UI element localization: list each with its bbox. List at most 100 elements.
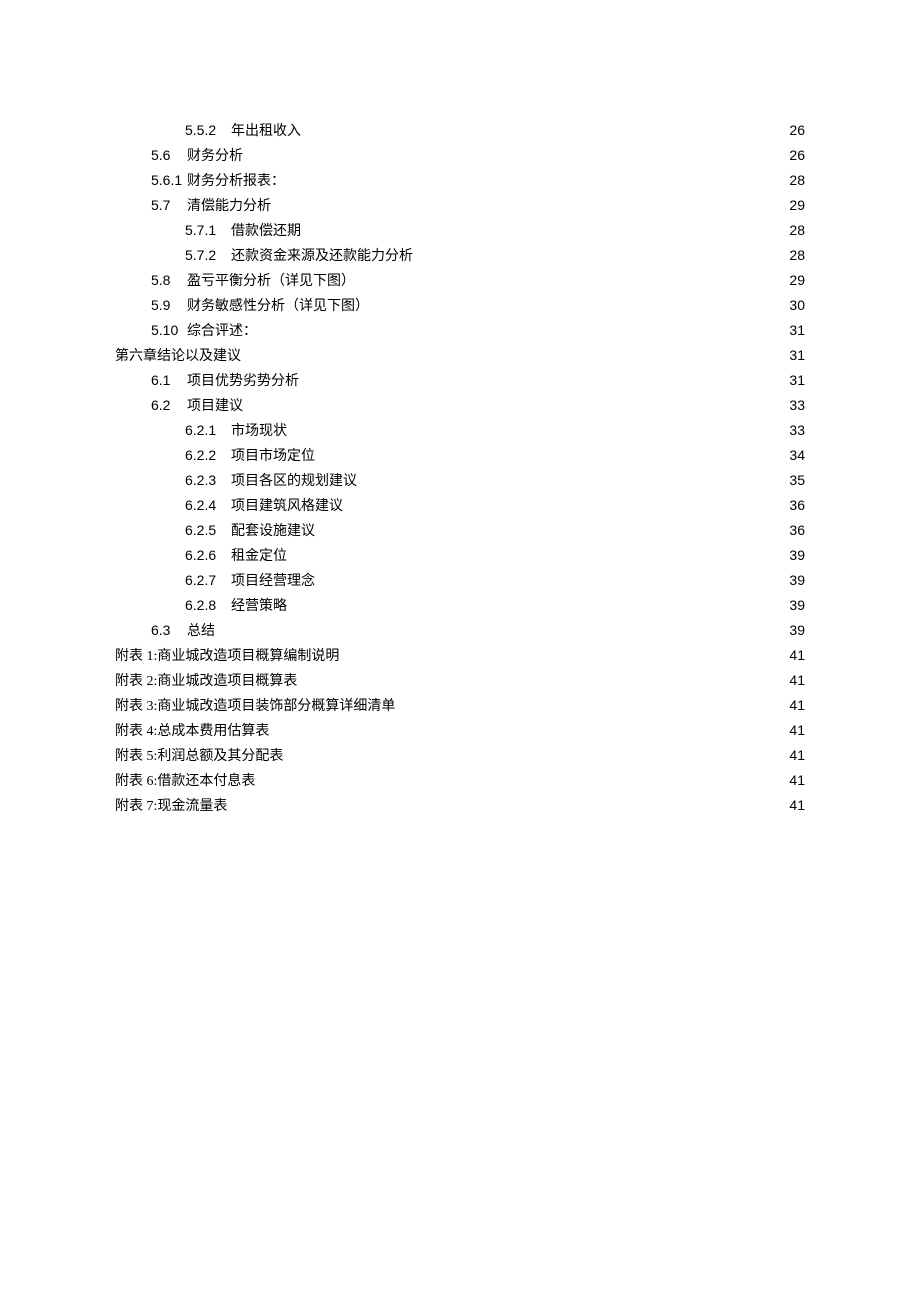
toc-entry-number: 6.2.5 [185, 518, 231, 543]
toc-entry-label: 5.7清偿能力分析 [151, 193, 271, 219]
toc-entry: 附表 6:借款还本付息表 41 [115, 768, 805, 793]
toc-entry-title: 附表 1:商业城改造项目概算编制说明 [115, 649, 339, 664]
toc-entry-title: 总结 [187, 624, 215, 639]
toc-entry: 5.9财务敏感性分析（详见下图） 30 [115, 293, 805, 318]
toc-entry-page: 29 [789, 268, 805, 293]
toc-entry-number: 6.2.1 [185, 418, 231, 443]
toc-entry-title: 项目建筑风格建议 [231, 499, 343, 514]
toc-entry: 附表 1:商业城改造项目概算编制说明 41 [115, 643, 805, 668]
toc-entry-title: 清偿能力分析 [187, 199, 271, 214]
toc-entry: 6.2.6租金定位 39 [115, 543, 805, 568]
toc-entry-page: 41 [789, 793, 805, 818]
toc-entry-label: 6.2.4项目建筑风格建议 [185, 493, 343, 519]
toc-entry-title: 项目优势劣势分析 [187, 374, 299, 389]
toc-entry-page: 41 [789, 643, 805, 668]
toc-entry: 6.2项目建议 33 [115, 393, 805, 418]
toc-entry: 5.7清偿能力分析 29 [115, 193, 805, 218]
toc-entry-page: 29 [789, 193, 805, 218]
toc-entry-number: 6.2.8 [185, 593, 231, 618]
toc-entry-title: 附表 7:现金流量表 [115, 799, 227, 814]
toc-entry: 6.2.2项目市场定位 34 [115, 443, 805, 468]
toc-entry-title: 还款资金来源及还款能力分析 [231, 249, 413, 264]
toc-entry-label: 6.2.1市场现状 [185, 418, 287, 444]
toc-entry-number: 6.2.3 [185, 468, 231, 493]
toc-entry-page: 41 [789, 693, 805, 718]
toc-entry: 6.2.4项目建筑风格建议 36 [115, 493, 805, 518]
toc-entry: 5.10综合评述： 31 [115, 318, 805, 343]
toc-entry-title: 年出租收入 [231, 124, 301, 139]
toc-entry: 附表 4:总成本费用估算表 41 [115, 718, 805, 743]
toc-entry-page: 39 [789, 568, 805, 593]
toc-entry-title: 项目各区的规划建议 [231, 474, 357, 489]
toc-entry-title: 盈亏平衡分析（详见下图） [187, 274, 355, 289]
toc-entry-label: 6.2.8经营策略 [185, 593, 287, 619]
toc-entry-page: 34 [789, 443, 805, 468]
toc-entry-label: 5.7.1借款偿还期 [185, 218, 301, 244]
toc-entry-number: 5.10 [151, 318, 187, 343]
toc-entry-label: 附表 3:商业城改造项目装饰部分概算详细清单 [115, 694, 395, 719]
toc-entry-number: 6.3 [151, 618, 187, 643]
toc-entry-page: 31 [789, 343, 805, 368]
toc-entry-label: 附表 2:商业城改造项目概算表 [115, 669, 297, 694]
toc-entry: 6.1项目优势劣势分析 31 [115, 368, 805, 393]
toc-entry-label: 5.9财务敏感性分析（详见下图） [151, 293, 369, 319]
toc-entry-title: 经营策略 [231, 599, 287, 614]
toc-entry: 6.2.7项目经营理念 39 [115, 568, 805, 593]
toc-entry-label: 第六章结论以及建议 [115, 344, 241, 369]
toc-entry-label: 附表 5:利润总额及其分配表 [115, 744, 283, 769]
toc-entry: 附表 5:利润总额及其分配表 41 [115, 743, 805, 768]
toc-entry-page: 30 [789, 293, 805, 318]
toc-entry-label: 6.2.7项目经营理念 [185, 568, 315, 594]
toc-entry-page: 26 [789, 143, 805, 168]
toc-entry-title: 财务敏感性分析（详见下图） [187, 299, 369, 314]
toc-entry-number: 6.2.6 [185, 543, 231, 568]
toc-entry-title: 附表 3:商业城改造项目装饰部分概算详细清单 [115, 699, 395, 714]
toc-entry-label: 附表 7:现金流量表 [115, 794, 227, 819]
toc-entry-title: 项目建议 [187, 399, 243, 414]
toc-entry: 5.6财务分析 26 [115, 143, 805, 168]
toc-entry-page: 31 [789, 368, 805, 393]
toc-entry: 5.5.2年出租收入 26 [115, 118, 805, 143]
toc-entry-title: 项目经营理念 [231, 574, 315, 589]
toc-entry-title: 借款偿还期 [231, 224, 301, 239]
toc-entry-page: 26 [789, 118, 805, 143]
toc-entry-title: 财务分析报表： [187, 174, 285, 189]
toc-entry-label: 5.10综合评述： [151, 318, 257, 344]
toc-entry-title: 市场现状 [231, 424, 287, 439]
toc-entry-number: 5.5.2 [185, 118, 231, 143]
toc-entry-page: 41 [789, 718, 805, 743]
toc-entry-title: 配套设施建议 [231, 524, 315, 539]
toc-entry-label: 5.7.2还款资金来源及还款能力分析 [185, 243, 413, 269]
toc-entry: 6.2.5配套设施建议 36 [115, 518, 805, 543]
toc-entry-title: 综合评述： [187, 324, 257, 339]
toc-entry-label: 6.2.6租金定位 [185, 543, 287, 569]
toc-entry-title: 附表 4:总成本费用估算表 [115, 724, 269, 739]
toc-entry-number: 5.8 [151, 268, 187, 293]
toc-entry-page: 35 [789, 468, 805, 493]
toc-entry-title: 租金定位 [231, 549, 287, 564]
toc-entry-title: 附表 2:商业城改造项目概算表 [115, 674, 297, 689]
toc-entry-page: 28 [789, 243, 805, 268]
toc-entry-title: 附表 5:利润总额及其分配表 [115, 749, 283, 764]
toc-entry-number: 5.9 [151, 293, 187, 318]
toc-entry-page: 28 [789, 218, 805, 243]
toc-entry-number: 5.7 [151, 193, 187, 218]
toc-entry-page: 39 [789, 593, 805, 618]
toc-entry-label: 6.2.5配套设施建议 [185, 518, 315, 544]
toc-entry: 6.3总结 39 [115, 618, 805, 643]
toc-entry-number: 5.6.1 [151, 168, 187, 193]
toc-entry-label: 5.5.2年出租收入 [185, 118, 301, 144]
toc-entry: 6.2.8经营策略 39 [115, 593, 805, 618]
toc-entry-label: 5.6财务分析 [151, 143, 243, 169]
toc-entry-number: 5.6 [151, 143, 187, 168]
toc-entry: 附表 2:商业城改造项目概算表 41 [115, 668, 805, 693]
toc-entry-title: 项目市场定位 [231, 449, 315, 464]
toc-entry: 5.7.2还款资金来源及还款能力分析 28 [115, 243, 805, 268]
toc-entry: 6.2.3项目各区的规划建议 35 [115, 468, 805, 493]
toc-entry-page: 41 [789, 768, 805, 793]
toc-entry-label: 6.2.3项目各区的规划建议 [185, 468, 357, 494]
toc-entry: 附表 7:现金流量表 41 [115, 793, 805, 818]
toc-entry-number: 6.1 [151, 368, 187, 393]
toc-entry-label: 5.6.1财务分析报表： [151, 168, 285, 194]
toc-entry-page: 36 [789, 518, 805, 543]
